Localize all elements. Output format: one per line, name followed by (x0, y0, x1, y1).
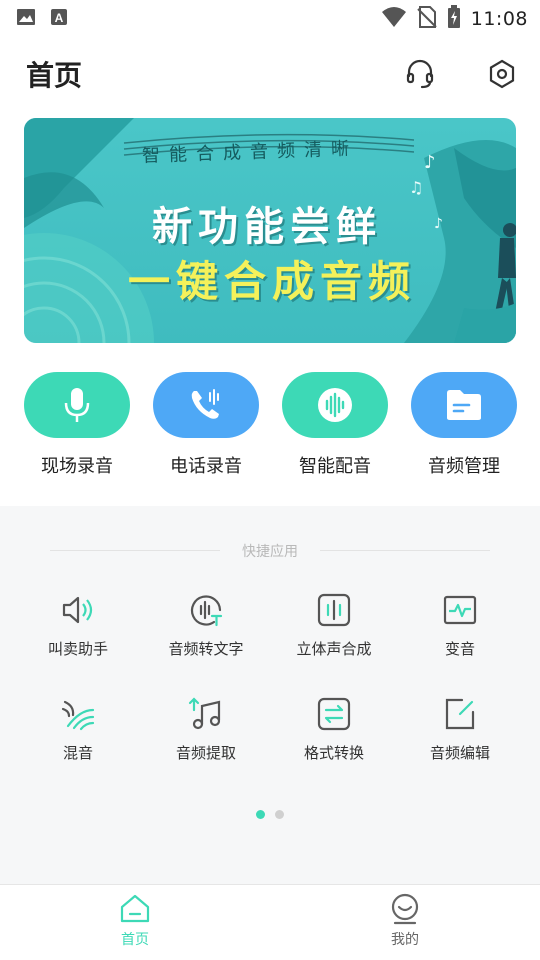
action-smart-dub[interactable]: 智能配音 (282, 372, 388, 478)
audio-to-text-icon (188, 592, 224, 628)
banner-headline-2: 一键合成音频 (128, 257, 417, 306)
page-dot-active (256, 810, 265, 819)
phone-record-label: 电话录音 (170, 456, 242, 477)
audio-manage-label: 音频管理 (428, 456, 500, 477)
tab-profile[interactable]: 我的 (360, 893, 450, 949)
smart-dub-button[interactable] (282, 372, 388, 438)
voice-change-icon (442, 592, 478, 628)
app-label: 音频提取 (175, 744, 236, 762)
app-label: 变音 (444, 640, 475, 658)
home-header: 首页 ♪ ♫ ♪ 智能合成音频清晰 新功能尝鲜 一键合成音频 现场录音 电话录音… (0, 36, 540, 506)
action-live-record[interactable]: 现场录音 (24, 372, 130, 478)
home-icon (119, 893, 151, 925)
phone-icon (191, 389, 219, 419)
app-mix[interactable]: 混音 (13, 696, 143, 763)
smart-dub-label: 智能配音 (299, 456, 371, 477)
convert-icon (316, 696, 352, 732)
bottom-tab-bar: 首页 我的 (0, 884, 540, 960)
no-sim-icon (417, 6, 437, 32)
quick-apps-section: 快捷应用 叫卖助手 音频转文字 立体声合成 变音 混音 音频提取 格式转换 音频… (0, 530, 540, 820)
profile-icon (389, 893, 421, 925)
microphone-icon (64, 388, 90, 422)
app-label: 音频转文字 (168, 640, 244, 658)
live-record-label: 现场录音 (41, 456, 113, 477)
svg-text:♫: ♫ (409, 178, 423, 197)
app-label: 立体声合成 (296, 640, 372, 658)
svg-text:♪: ♪ (434, 216, 443, 232)
live-record-button[interactable] (24, 372, 130, 438)
page-dot (275, 810, 284, 819)
audio-manage-button[interactable] (411, 372, 517, 438)
speaker-icon (60, 592, 96, 628)
app-label: 音频编辑 (429, 744, 490, 762)
app-label: 混音 (62, 744, 93, 762)
svg-text:A: A (55, 11, 64, 25)
app-format-convert[interactable]: 格式转换 (269, 696, 399, 763)
promo-banner[interactable]: ♪ ♫ ♪ 智能合成音频清晰 新功能尝鲜 一键合成音频 (24, 118, 516, 343)
status-bar: A 11:08 (0, 0, 540, 36)
audio-wave-icon (318, 388, 352, 422)
battery-charging-icon (447, 5, 461, 33)
app-audio-extract[interactable]: 音频提取 (141, 696, 271, 763)
a-icon: A (50, 8, 68, 30)
app-stereo-synthesis[interactable]: 立体声合成 (269, 592, 399, 659)
headset-icon[interactable] (404, 58, 436, 90)
stereo-icon (316, 592, 352, 628)
app-audio-edit[interactable]: 音频编辑 (395, 696, 525, 763)
folder-icon (447, 390, 481, 420)
quick-apps-title: 快捷应用 (242, 544, 298, 560)
tab-home-label: 首页 (121, 932, 149, 948)
app-label: 叫卖助手 (47, 640, 108, 658)
action-audio-manage[interactable]: 音频管理 (411, 372, 517, 478)
status-time: 11:08 (470, 8, 528, 30)
image-icon (16, 8, 36, 30)
app-voice-change[interactable]: 变音 (395, 592, 525, 659)
hexagon-settings-icon[interactable] (486, 58, 518, 90)
edit-icon (442, 696, 478, 732)
tab-home[interactable]: 首页 (90, 893, 180, 949)
page-title: 首页 (26, 59, 83, 92)
page-indicator (256, 810, 284, 819)
banner-headline-1: 新功能尝鲜 (152, 204, 382, 250)
phone-record-button[interactable] (153, 372, 259, 438)
action-phone-record[interactable]: 电话录音 (153, 372, 259, 478)
mix-icon (60, 696, 96, 732)
app-label: 格式转换 (303, 744, 364, 762)
wifi-icon (381, 6, 407, 32)
app-audio-to-text[interactable]: 音频转文字 (141, 592, 271, 659)
app-hawker-assistant[interactable]: 叫卖助手 (13, 592, 143, 659)
extract-icon (188, 696, 224, 732)
tab-profile-label: 我的 (391, 932, 419, 948)
main-actions: 现场录音 电话录音 智能配音 音频管理 (0, 372, 540, 482)
svg-text:♪: ♪ (424, 152, 436, 173)
